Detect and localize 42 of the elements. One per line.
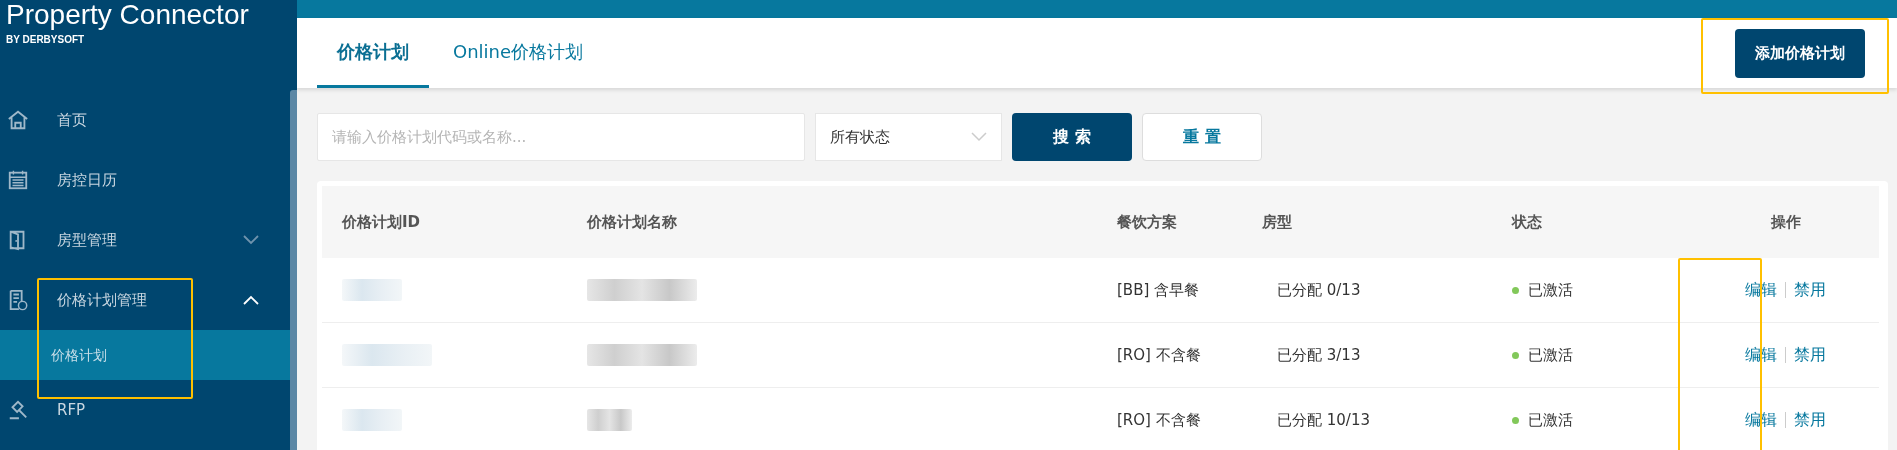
table-cell: 已分配 0/13 xyxy=(1277,280,1361,300)
column-header: 价格计划ID xyxy=(342,212,421,232)
status-dropdown[interactable]: 所有状态 xyxy=(815,113,1002,161)
gavel-icon xyxy=(7,399,29,421)
brand-byline: BY DERBYSOFT xyxy=(6,34,86,45)
action-link[interactable]: 禁用 xyxy=(1794,409,1826,431)
sidebar-item[interactable]: 价格计划管理 xyxy=(0,270,290,330)
calendar-icon xyxy=(7,169,29,191)
brand-name: Property Connector xyxy=(6,0,250,30)
chevron-down-icon xyxy=(971,132,987,142)
status-text: 已激活 xyxy=(1528,345,1573,365)
tab[interactable]: Online价格计划 xyxy=(433,18,604,88)
action-link[interactable]: 编辑 xyxy=(1745,344,1777,366)
action-link[interactable]: 编辑 xyxy=(1745,409,1777,431)
table-cell: 已分配 10/13 xyxy=(1277,410,1370,430)
table-cell: [RO] 不含餐 xyxy=(1117,345,1201,365)
column-header: 状态 xyxy=(1512,212,1542,232)
column-header: 餐饮方案 xyxy=(1117,212,1177,232)
sidebar-item[interactable]: 房型管理 xyxy=(0,210,290,270)
reset-button[interactable]: 重 置 xyxy=(1142,113,1262,161)
status-text: 已激活 xyxy=(1528,410,1573,430)
search-button[interactable]: 搜 索 xyxy=(1012,113,1132,161)
column-header: 操作 xyxy=(1770,212,1801,232)
scrollbar[interactable] xyxy=(290,90,297,450)
action-link[interactable]: 编辑 xyxy=(1745,279,1777,301)
table-cell: [BB] 含早餐 xyxy=(1117,280,1200,300)
sidebar-item[interactable]: 首页 xyxy=(0,90,290,150)
sidebar-subitem[interactable]: 价格计划 xyxy=(0,330,290,380)
add-rate-plan-button[interactable]: 添加价格计划 xyxy=(1735,28,1865,78)
sidebar-item[interactable]: 房控日历 xyxy=(0,150,290,210)
column-header: 房型 xyxy=(1262,212,1292,232)
action-link[interactable]: 禁用 xyxy=(1794,279,1826,301)
search-field[interactable]: 请输入价格计划代码或名称... xyxy=(317,113,805,161)
table-cell: 已分配 3/13 xyxy=(1277,345,1361,365)
home-icon xyxy=(7,109,29,131)
status-text: 已激活 xyxy=(1528,280,1573,300)
sidebar-item[interactable]: RFP xyxy=(0,380,290,440)
column-header: 价格计划名称 xyxy=(587,212,677,232)
document-coin-icon xyxy=(7,289,29,311)
tab[interactable]: 价格计划 xyxy=(317,18,429,88)
action-link[interactable]: 禁用 xyxy=(1794,344,1826,366)
table-cell: [RO] 不含餐 xyxy=(1117,410,1201,430)
